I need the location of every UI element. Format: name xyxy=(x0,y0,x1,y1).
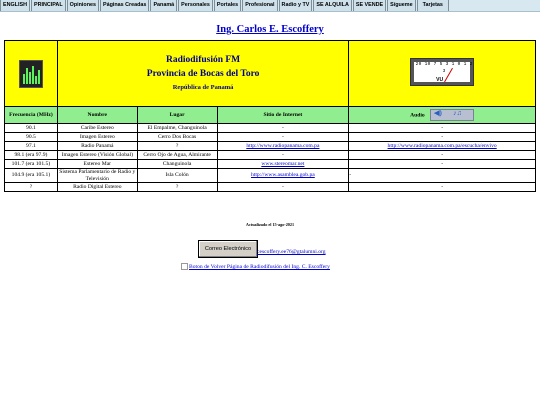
cell-name: Imagen Estereo xyxy=(56,132,138,142)
cell-website: http://www.radiopanama.com.pa xyxy=(216,141,350,151)
nav-se-vende[interactable]: SE VENDE xyxy=(352,0,387,11)
nav-tarjetas[interactable]: Tarjetas xyxy=(416,0,449,11)
cell-location: ? xyxy=(136,182,218,192)
cell-frequency: ? xyxy=(4,182,58,192)
equalizer-icon xyxy=(18,60,43,89)
table-row: 90.1 Caribe Estereo El Empalme, Changuin… xyxy=(4,123,536,133)
cell-frequency: 104.9 (era 105.1) xyxy=(4,168,58,183)
page-header: Ing. Carlos E. Escoffery xyxy=(0,19,540,35)
cell-location: ? xyxy=(136,141,218,151)
banner-title: Radiodifusión FM xyxy=(165,55,241,65)
table-row: ? Radio Digital Estereo ? - - xyxy=(4,182,536,192)
cell-website: http://www.asamblea.gob.pa xyxy=(216,168,350,183)
cell-name: Estereo Mar xyxy=(56,159,138,169)
cell-location: Isla Colón xyxy=(136,168,218,183)
table-row: 104.9 (era 105.1) Sistema Parlamentario … xyxy=(4,168,536,183)
cell-name: Caribe Estereo xyxy=(56,123,138,133)
col-nombre: Nombre xyxy=(56,106,138,124)
col-sitio: Sitio de Internet xyxy=(216,106,350,124)
vu-meter-icon: 20 10 7 5 3 1 0 1 2 3 VU xyxy=(410,58,475,87)
table-row: 101.7 (era 101.5) Estereo Mar Changuinol… xyxy=(4,159,536,169)
cell-frequency: 97.1 xyxy=(4,141,58,151)
cell-audio: - xyxy=(348,123,536,133)
nav-sigueme[interactable]: Sígueme xyxy=(387,0,416,11)
vu-meter-scale: 20 10 7 5 3 1 0 1 2 3 xyxy=(415,62,473,74)
updated-date: Actualizado el 15-ago-2021 xyxy=(245,222,295,227)
table-row: 90.5 Imagen Estereo Cerro Dos Bocas - - xyxy=(4,132,536,142)
cell-website: - xyxy=(216,132,350,142)
cell-name: Imagen Estereo (Visión Global) xyxy=(56,150,138,160)
cell-location: Cerro Dos Bocas xyxy=(136,132,218,142)
cell-location: Changuinola xyxy=(136,159,218,169)
cell-audio: - xyxy=(348,132,536,142)
cell-location: Cerro Ojo de Agua, Almirante xyxy=(136,150,218,160)
cell-audio: - xyxy=(348,150,536,160)
cell-frequency: 90.5 xyxy=(4,132,58,142)
table-row: 97.1 Radio Panamá ? http://www.radiopana… xyxy=(4,141,536,151)
vu-meter-label: VU xyxy=(436,76,444,83)
cell-audio: - xyxy=(348,182,536,192)
cell-frequency: 101.7 (era 101.5) xyxy=(4,159,58,169)
cell-audio: - xyxy=(348,159,536,169)
nav-english[interactable]: ENGLISH xyxy=(0,0,30,11)
nav-se-alquila[interactable]: SE ALQUILA xyxy=(313,0,352,11)
nav-profesional[interactable]: Profesional xyxy=(242,0,278,11)
website-link[interactable]: http://www.radiopanama.com.pa xyxy=(246,143,319,149)
nav-paginas-creadas[interactable]: Páginas Creadas xyxy=(99,0,150,11)
cell-frequency: 98.1 (era 97.9) xyxy=(4,150,58,160)
nav-radio-tv[interactable]: Radio y TV xyxy=(278,0,313,11)
cell-website: www.stereomar.net xyxy=(216,159,350,169)
cell-name: Sistema Parlamentario de Radio y Televis… xyxy=(56,168,138,183)
table-row: 98.1 (era 97.9) Imagen Estereo (Visión G… xyxy=(4,150,536,160)
back-link[interactable]: Boton de Volver Página de Radiodifusión … xyxy=(181,263,330,270)
email-block: Correo Electrónico xyxy=(198,237,258,258)
stations-table: Radiodifusión FM Provincia de Bocas del … xyxy=(4,40,536,192)
audio-speaker-icon[interactable]: ◀) ♪♫ xyxy=(430,109,475,121)
website-link[interactable]: http://www.asamblea.gob.pa xyxy=(251,172,315,178)
nav-principal[interactable]: PRINCIPAL xyxy=(30,0,66,11)
col-frecuencia: Frecuencia (MHz) xyxy=(4,106,58,124)
banner-country: República de Panamá xyxy=(172,84,234,91)
nav-opiniones[interactable]: Opiniones xyxy=(66,0,99,11)
banner-left-cell xyxy=(4,40,58,107)
broken-image-icon xyxy=(181,263,188,270)
author-link[interactable]: Ing. Carlos E. Escoffery xyxy=(216,24,324,35)
banner-title-cell: Radiodifusión FM Provincia de Bocas del … xyxy=(56,40,350,107)
cell-website: - xyxy=(216,123,350,133)
email-link[interactable]: cescoffery.ee76@gtalumni.org xyxy=(257,249,326,255)
nav-personales[interactable]: Personales xyxy=(178,0,213,11)
back-link-label: Boton de Volver Página de Radiodifusión … xyxy=(189,263,330,270)
cell-audio: - xyxy=(348,168,536,183)
table-header-row: Frecuencia (MHz) Nombre Lugar Sitio de I… xyxy=(4,106,536,124)
col-lugar: Lugar xyxy=(136,106,218,124)
audio-link[interactable]: http://www.radiopanama.com.pa/escucha/en… xyxy=(388,143,497,149)
top-nav: ENGLISH PRINCIPAL Opiniones Páginas Crea… xyxy=(0,0,540,12)
cell-website: - xyxy=(216,182,350,192)
banner-row: Radiodifusión FM Provincia de Bocas del … xyxy=(4,40,536,107)
cell-name: Radio Panamá xyxy=(56,141,138,151)
website-link[interactable]: www.stereomar.net xyxy=(261,161,304,167)
nav-panama[interactable]: Panamá xyxy=(150,0,178,11)
cell-audio: http://www.radiopanama.com.pa/escucha/en… xyxy=(348,141,536,151)
banner-right-cell: 20 10 7 5 3 1 0 1 2 3 VU xyxy=(348,40,536,107)
cell-location: El Empalme, Changuinola xyxy=(136,123,218,133)
col-audio: Audio ◀) ♪♫ xyxy=(348,106,536,124)
nav-portales[interactable]: Portales xyxy=(213,0,242,11)
cell-frequency: 90.1 xyxy=(4,123,58,133)
email-button[interactable]: Correo Electrónico xyxy=(198,240,258,258)
cell-name: Radio Digital Estereo xyxy=(56,182,138,192)
cell-website: - xyxy=(216,150,350,160)
banner-subtitle: Provincia de Bocas del Toro xyxy=(146,69,260,79)
